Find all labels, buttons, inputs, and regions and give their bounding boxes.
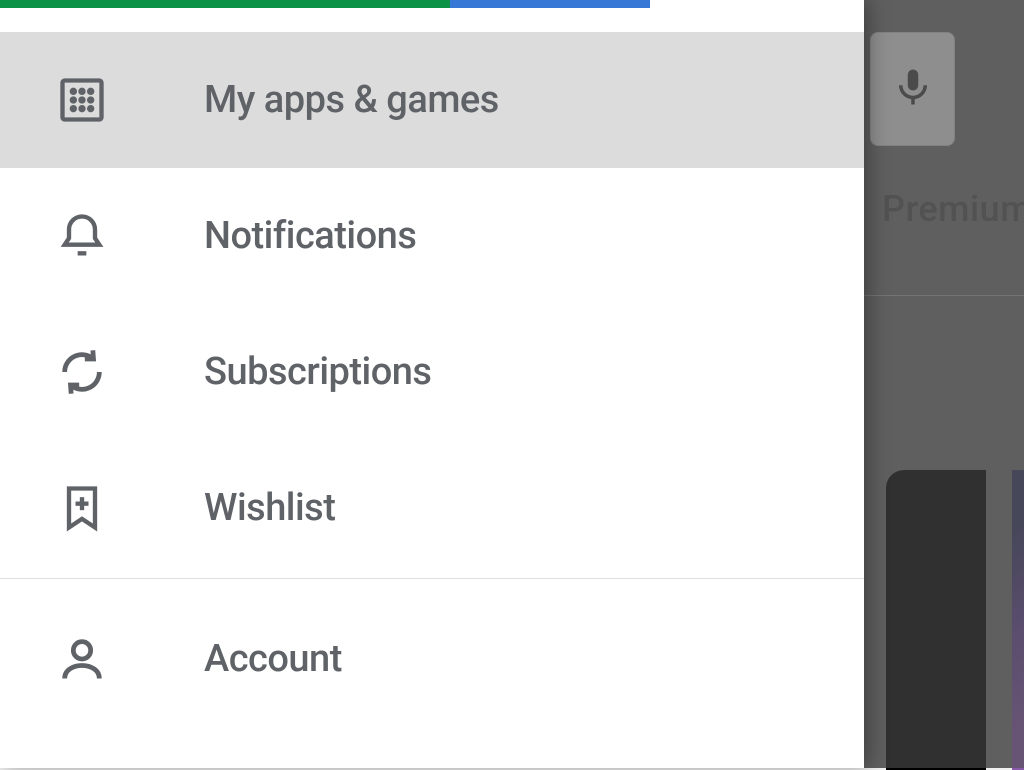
menu-item-my-apps-games[interactable]: My apps & games: [0, 32, 864, 168]
refresh-icon: [54, 344, 110, 400]
person-icon: [54, 631, 110, 687]
menu-item-subscriptions[interactable]: Subscriptions: [0, 304, 864, 440]
menu-item-label: Wishlist: [204, 486, 335, 530]
menu-item-label: Notifications: [204, 214, 416, 258]
menu-item-wishlist[interactable]: Wishlist: [0, 440, 864, 576]
navigation-drawer: My apps & games Notifications Subscripti…: [0, 0, 864, 768]
menu-item-notifications[interactable]: Notifications: [0, 168, 864, 304]
apps-grid-icon: [54, 72, 110, 128]
menu-item-account[interactable]: Account: [0, 591, 864, 727]
menu-item-label: Account: [204, 637, 342, 681]
top-accent-bar: [0, 0, 650, 8]
menu-item-label: My apps & games: [204, 78, 499, 122]
bell-icon: [54, 208, 110, 264]
menu-item-label: Subscriptions: [204, 350, 431, 394]
menu-divider: [0, 578, 864, 579]
bookmark-plus-icon: [54, 480, 110, 536]
